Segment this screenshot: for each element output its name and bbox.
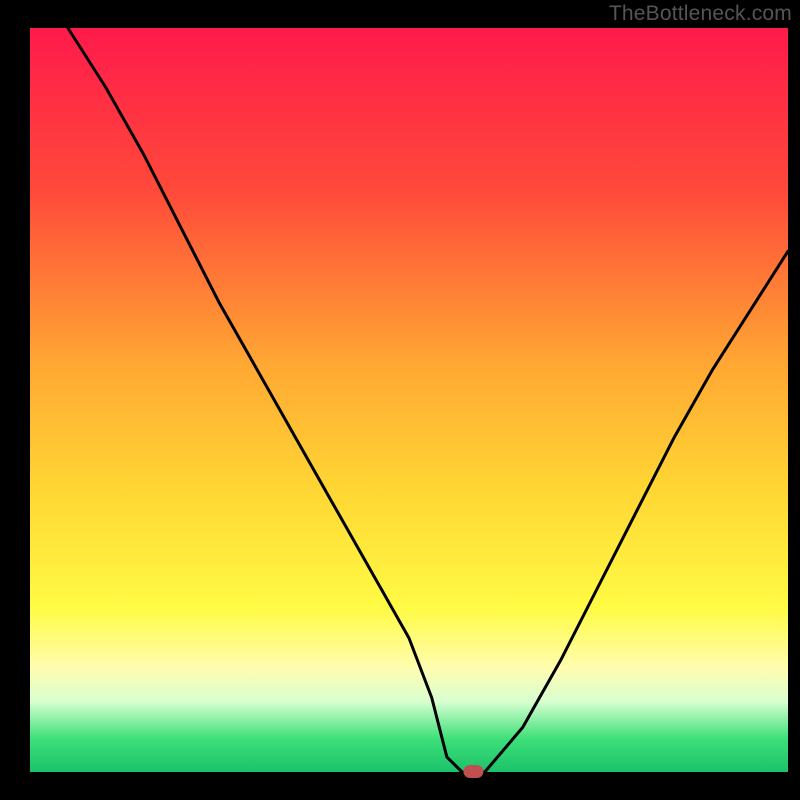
optimal-marker (463, 765, 483, 778)
chart-stage (0, 0, 800, 800)
bottleneck-chart (0, 0, 800, 800)
gradient-plot-area (30, 28, 788, 772)
watermark-text: TheBottleneck.com (609, 2, 792, 26)
